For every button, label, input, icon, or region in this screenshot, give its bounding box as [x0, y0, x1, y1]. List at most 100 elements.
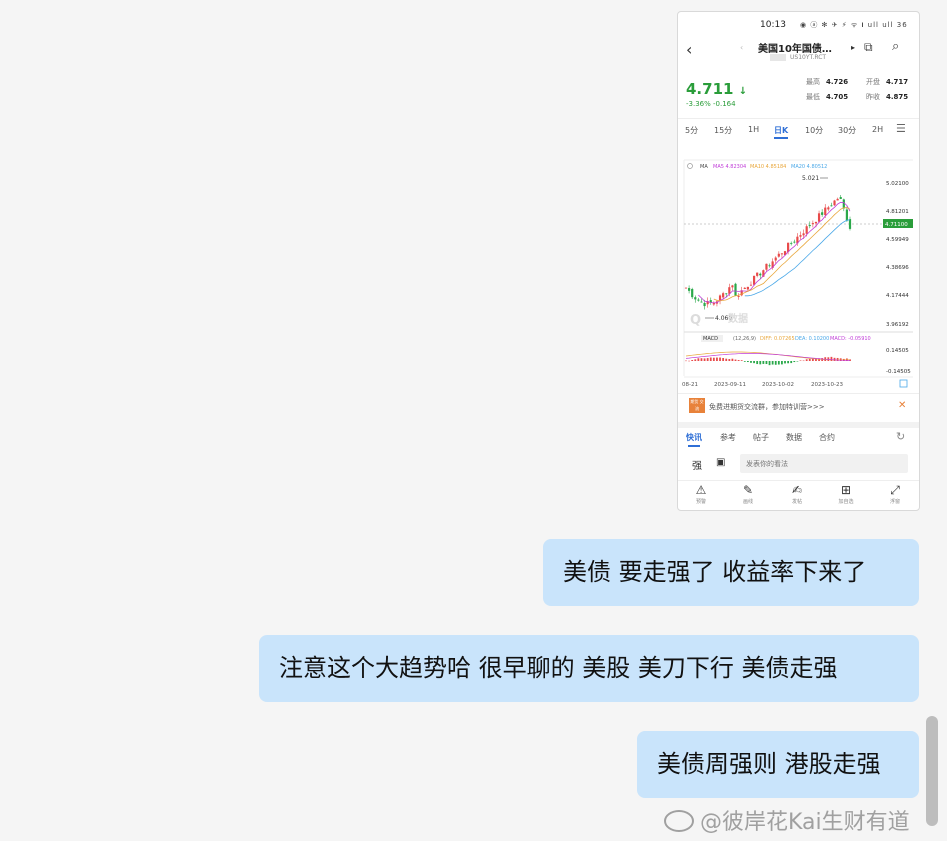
macd-bar	[784, 361, 786, 364]
message-bubble-1[interactable]: 美债 要走强了 收益率下来了	[543, 539, 919, 606]
close-icon[interactable]: ✕	[898, 400, 906, 411]
content-tabs: 快讯 参考 帖子 数据 合约 ↻	[678, 428, 919, 450]
candle-body	[759, 273, 762, 276]
macd-bar	[762, 361, 765, 364]
message-text-2: 注意这个大趋势哈 很早聊的 美股 美刀下行 美债走强	[279, 654, 838, 682]
macd-bar	[685, 360, 687, 362]
menu-icon[interactable]: ☰	[896, 122, 906, 135]
tab-period-30m[interactable]: 30分	[838, 125, 856, 136]
alert-label: 预警	[695, 499, 706, 505]
candle-body	[842, 199, 845, 209]
message-bubble-3[interactable]: 美债周强则 港股走强	[637, 731, 919, 798]
comment-placeholder: 发表你的看法	[746, 460, 788, 468]
tab-period-15m[interactable]: 15分	[714, 125, 732, 136]
candle-body	[827, 207, 830, 210]
candle-body	[684, 287, 688, 289]
open-value: 4.717	[886, 78, 909, 86]
tab-period-5m[interactable]: 5分	[685, 125, 698, 136]
message-bubble-2[interactable]: 注意这个大趋势哈 很早聊的 美股 美刀下行 美债走强	[259, 635, 919, 702]
low-label: 最低	[806, 93, 820, 101]
macd-bar	[740, 360, 743, 361]
candle-body	[765, 263, 768, 270]
candle-body	[777, 253, 780, 257]
tab-contract[interactable]: 合约	[819, 432, 835, 443]
refresh-icon[interactable]: ↻	[896, 430, 905, 443]
candle-body	[802, 233, 805, 236]
share-icon[interactable]: ⧉	[864, 40, 873, 55]
draw-line-button[interactable]: ✎ 画线	[733, 483, 763, 505]
back-icon[interactable]: ‹	[686, 40, 692, 59]
candle-body	[790, 242, 793, 244]
strong-icon[interactable]: 强	[692, 457, 702, 472]
tab-period-10m[interactable]: 10分	[805, 125, 823, 136]
last-price: 4.711 ↓	[686, 80, 747, 98]
y-tick-label: 5.02100	[886, 181, 909, 187]
macd-bar	[753, 361, 755, 364]
tab-news[interactable]: 快讯	[686, 432, 702, 443]
macd-bar	[746, 361, 749, 363]
tab-reference[interactable]: 参考	[720, 432, 736, 443]
ma-settings-icon[interactable]	[687, 163, 693, 169]
max-price-label: 5.021	[802, 175, 819, 182]
macd-bar	[734, 359, 737, 361]
post-label: 发帖	[791, 499, 802, 505]
prev-arrow-icon[interactable]: ‹	[740, 43, 743, 52]
open-label: 开盘	[866, 78, 880, 86]
tab-data[interactable]: 数据	[786, 432, 802, 443]
watermark-text: @彼岸花Kai生财有道	[700, 810, 910, 835]
candle-body	[774, 257, 777, 261]
macd-bar	[793, 361, 796, 363]
candle-body	[749, 284, 753, 286]
comment-input[interactable]: 发表你的看法	[740, 454, 908, 473]
candle-body	[743, 287, 746, 289]
tab-period-2h[interactable]: 2H	[872, 125, 883, 134]
alert-button[interactable]: ⚠ 预警	[686, 483, 716, 505]
candle-body	[691, 289, 694, 298]
float-window-button[interactable]: ⤢ 浮窗	[880, 483, 910, 505]
search-icon[interactable]: ⌕	[892, 39, 899, 54]
current-price-tag-text: 4.71100	[885, 222, 908, 228]
macd-bar	[731, 358, 734, 361]
macd-bar	[728, 359, 731, 361]
image-icon[interactable]: ▣	[716, 457, 725, 468]
float-window-icon: ⤢	[890, 483, 900, 497]
tab-period-daily[interactable]: 日K	[774, 125, 788, 136]
x-label-2: 2023-09-11	[714, 382, 746, 388]
macd-bar	[722, 357, 725, 361]
candle-body	[737, 295, 740, 297]
macd-tick-top: 0.14505	[886, 348, 909, 354]
tab-posts[interactable]: 帖子	[753, 432, 769, 443]
candle-body	[734, 283, 737, 296]
x-label-1: 08-21	[682, 382, 698, 388]
scrollbar[interactable]	[926, 716, 938, 826]
kline-chart[interactable]: MA MA5 4.82304 MA10 4.85184 MA20 4.80512…	[678, 158, 919, 392]
macd-bar	[725, 358, 728, 361]
post-button[interactable]: ✍ 发帖	[782, 483, 812, 505]
period-tabs: 5分 15分 1H 日K 10分 30分 2H ☰	[678, 118, 919, 141]
prev-close-field: 昨收 4.875	[866, 92, 908, 102]
candle-body	[731, 285, 734, 288]
macd-bar	[759, 361, 762, 365]
y-tick-label: 4.59949	[886, 237, 909, 243]
quote-panel: 4.711 ↓ -3.36% -0.164 最高 4.726 开盘 4.717 最低…	[678, 68, 919, 118]
candle-body	[805, 226, 808, 234]
ma5-legend: MA5 4.82304	[713, 164, 746, 170]
candle-body	[830, 205, 833, 207]
candle-body	[821, 212, 824, 215]
draw-line-label: 画线	[742, 499, 753, 505]
candle-body	[848, 219, 852, 229]
weibo-logo-icon	[664, 810, 694, 832]
fullscreen-icon[interactable]	[899, 379, 908, 388]
tab-period-1h[interactable]: 1H	[748, 125, 759, 134]
next-arrow-icon[interactable]: ▸	[851, 43, 855, 52]
candle-body	[722, 293, 725, 298]
macd-bar	[691, 359, 694, 361]
high-label: 最高	[806, 78, 820, 86]
macd-diff: DIFF: 0.07265	[760, 336, 795, 342]
float-window-label: 浮窗	[889, 499, 900, 505]
add-watchlist-button[interactable]: ⊞ 加自选	[831, 483, 861, 505]
ma-line	[744, 219, 851, 297]
ad-banner[interactable]: 期货 交流 免费进期货交流群，参加特训营>>> ✕	[678, 393, 919, 428]
low-value: 4.705	[826, 93, 849, 101]
ad-text[interactable]: 免费进期货交流群，参加特训营>>>	[709, 402, 825, 412]
